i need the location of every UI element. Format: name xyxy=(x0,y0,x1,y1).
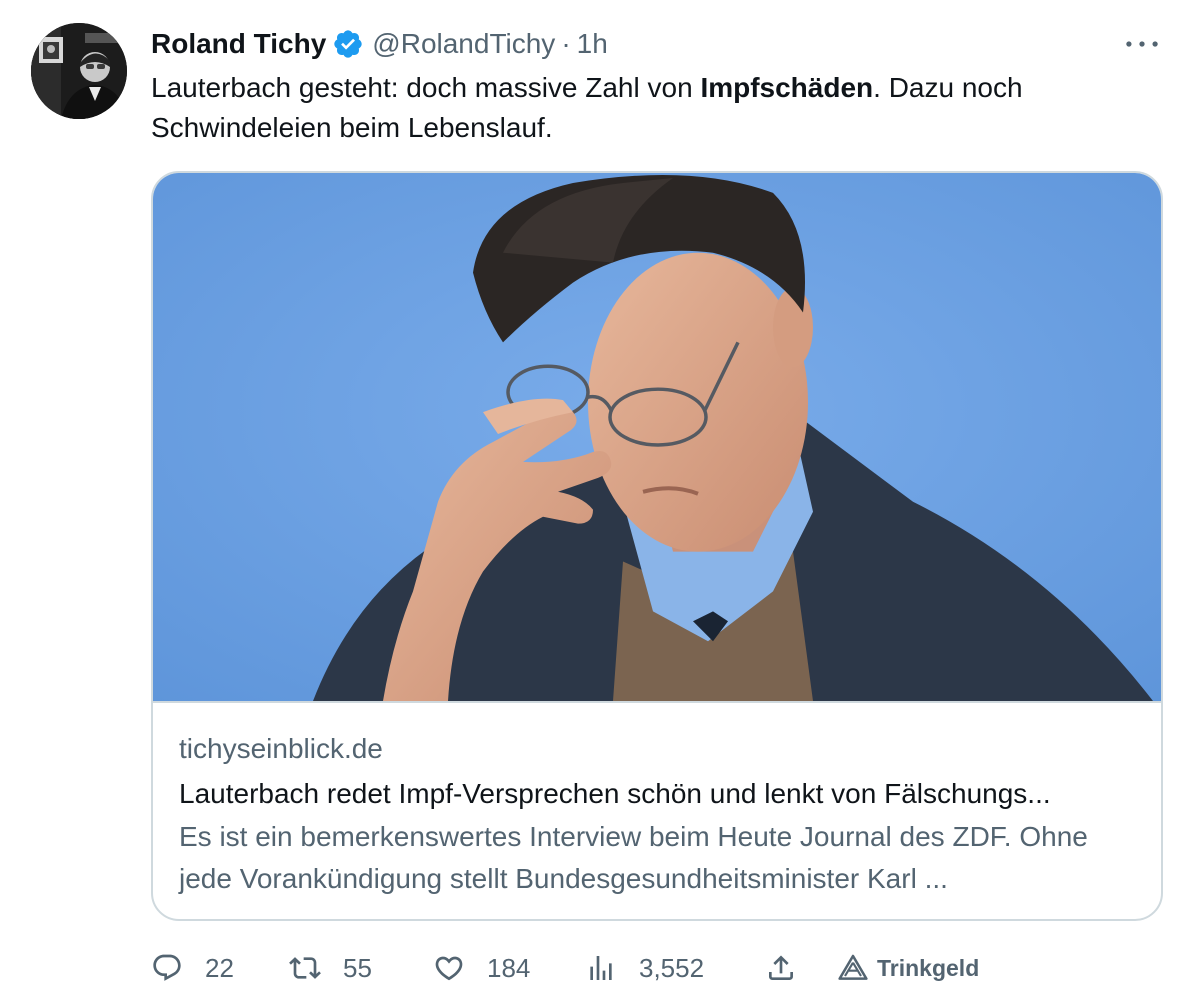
more-options-icon xyxy=(1126,41,1158,47)
share-button[interactable] xyxy=(765,946,797,990)
card-description: Es ist ein bemerkenswertes Interview bei… xyxy=(179,821,1088,894)
link-card[interactable]: tichyseinblick.de Lauterbach redet Impf-… xyxy=(151,171,1163,921)
verified-badge-icon[interactable] xyxy=(332,28,364,60)
reply-button[interactable]: 22 xyxy=(151,946,234,990)
tweet-text: Lauterbach gesteht: doch massive Zahl vo… xyxy=(151,68,1161,148)
views-count: 3,552 xyxy=(639,952,705,983)
action-bar: 22 55 184 3,552 Trinkgeld xyxy=(151,946,1051,990)
tweet-text-start: Lauterbach gesteht: doch massive Zahl vo… xyxy=(151,72,701,103)
reply-icon xyxy=(153,954,181,981)
tweet-text-bold: Impfschäden xyxy=(700,72,874,103)
views-button[interactable]: 3,552 xyxy=(585,946,704,990)
card-domain: tichyseinblick.de xyxy=(179,733,383,764)
avatar-photo xyxy=(31,23,127,119)
like-button[interactable]: 184 xyxy=(433,946,530,990)
retweet-icon xyxy=(289,957,321,979)
retweet-button[interactable]: 55 xyxy=(289,946,372,990)
heart-icon xyxy=(435,956,463,981)
tip-button[interactable]: Trinkgeld xyxy=(837,946,979,990)
reply-count: 22 xyxy=(205,952,234,983)
tip-icon xyxy=(838,954,868,980)
like-count: 184 xyxy=(487,952,531,983)
share-icon xyxy=(769,955,793,980)
views-chart-icon xyxy=(590,956,612,980)
more-options-button[interactable] xyxy=(1120,28,1164,60)
separator-dot: · xyxy=(561,28,571,59)
display-name[interactable]: Roland Tichy xyxy=(151,28,326,60)
avatar[interactable] xyxy=(31,23,127,119)
tip-label: Trinkgeld xyxy=(877,954,980,981)
user-handle[interactable]: @RolandTichy xyxy=(372,28,555,60)
card-title: Lauterbach redet Impf-Versprechen schön … xyxy=(179,778,1051,809)
tweet-header: Roland Tichy @RolandTichy · 1h xyxy=(151,24,608,64)
timestamp[interactable]: 1h xyxy=(577,28,608,60)
card-image xyxy=(153,173,1161,703)
retweet-count: 55 xyxy=(343,952,372,983)
